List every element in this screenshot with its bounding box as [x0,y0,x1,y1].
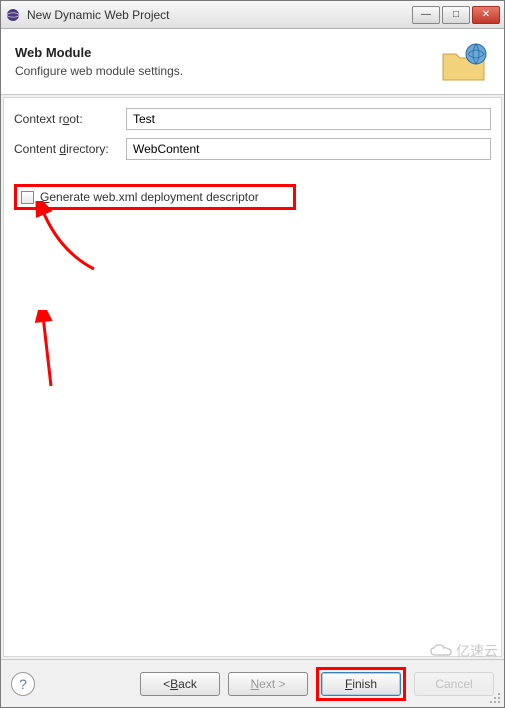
generate-webxml-checkbox[interactable] [21,191,34,204]
generate-webxml-label: Generate web.xml deployment descriptor [40,190,259,204]
context-root-label: Context root: [14,112,126,126]
page-subtitle: Configure web module settings. [15,64,430,78]
eclipse-icon [5,7,21,23]
resize-grip-icon[interactable] [488,691,502,705]
context-root-input[interactable] [126,108,491,130]
content-dir-input[interactable] [126,138,491,160]
next-button: Next > [228,672,308,696]
annotation-arrow-icon [34,201,104,273]
content-area: Context root: Content directory: Generat… [3,97,502,657]
dialog-window: New Dynamic Web Project — □ ✕ Web Module… [0,0,505,708]
titlebar: New Dynamic Web Project — □ ✕ [1,1,504,29]
page-title: Web Module [15,45,430,60]
content-dir-row: Content directory: [14,138,491,160]
wizard-header: Web Module Configure web module settings… [1,29,504,95]
minimize-button[interactable]: — [412,6,440,24]
finish-button[interactable]: Finish [321,672,401,696]
folder-globe-icon [440,40,490,84]
titlebar-title: New Dynamic Web Project [27,8,412,22]
window-controls: — □ ✕ [412,6,500,24]
button-bar: ? < Back Next > Finish Cancel [1,659,504,707]
help-button[interactable]: ? [11,672,35,696]
maximize-button[interactable]: □ [442,6,470,24]
context-root-row: Context root: [14,108,491,130]
finish-highlight: Finish [316,667,406,701]
annotation-arrow-icon [25,310,65,390]
generate-webxml-highlight: Generate web.xml deployment descriptor [14,184,296,210]
cancel-button[interactable]: Cancel [414,672,494,696]
back-button[interactable]: < Back [140,672,220,696]
content-dir-label: Content directory: [14,142,126,156]
close-button[interactable]: ✕ [472,6,500,24]
